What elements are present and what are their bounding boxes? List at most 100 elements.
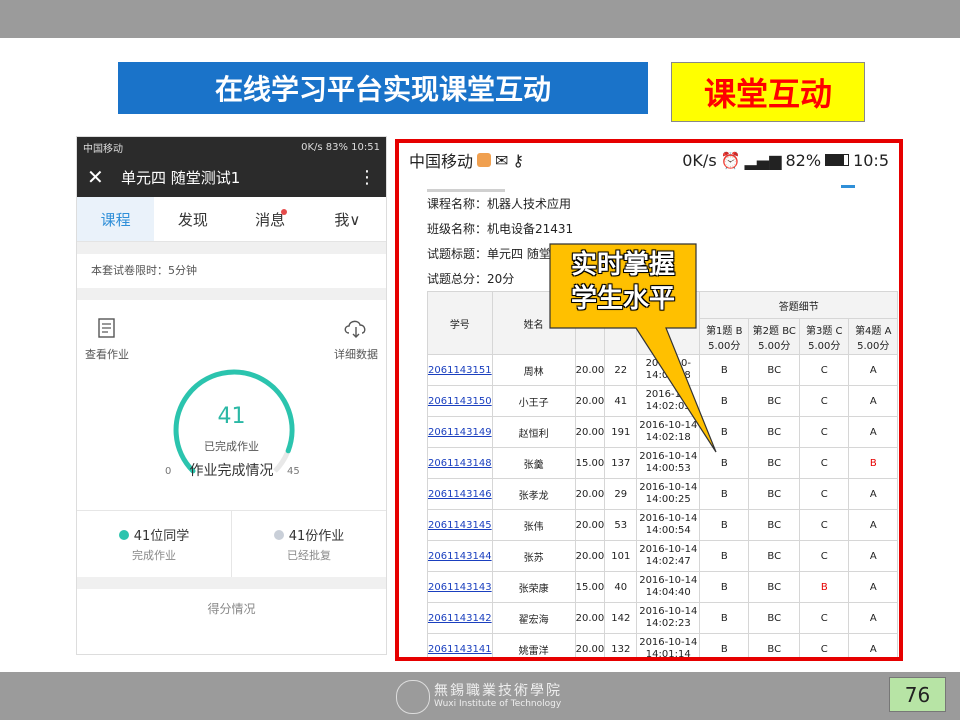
student-id-link[interactable]: 2061143144 [427, 540, 493, 572]
status-dot [273, 529, 284, 540]
nav-title: 单元四 随堂测试1 [121, 168, 241, 187]
document-icon [98, 318, 115, 338]
more-icon[interactable]: ⋮ [358, 167, 376, 188]
top-bar [0, 0, 960, 38]
q4-score: 5.00分 [857, 340, 890, 352]
answer-q3: C [799, 416, 850, 448]
tab-0[interactable]: 课程 [77, 197, 155, 241]
submit-clock: 14:02:47 [645, 556, 691, 567]
view-homework-button[interactable]: 查看作业 [85, 316, 129, 362]
school-logo-icon [396, 680, 430, 714]
submit-date: 2016-10-14 [639, 606, 698, 617]
tab-2[interactable]: 消息 [232, 197, 309, 241]
answer-q4: B [848, 447, 899, 479]
footer-school-name-en: Wuxi Institute of Technology [434, 699, 562, 709]
submit-clock: 14:00:54 [645, 525, 691, 536]
answer-q2: BC [748, 354, 801, 386]
cloud-download-icon [344, 320, 366, 338]
time-spent: 142 [604, 602, 638, 634]
answer-q2: BC [748, 633, 801, 657]
student-name: 张荣康 [491, 571, 576, 603]
table-row: 2061143144 张苏 20.00 101 2016-10-14 14:02:47 B B… [427, 540, 899, 572]
divider [77, 577, 386, 589]
answer-q2: BC [748, 416, 801, 448]
col-q1: 第1题 B 5.00分 [699, 318, 750, 355]
total-score: 试题总分：20分 [427, 272, 515, 286]
student-name: 姚雷洋 [491, 633, 576, 657]
submit-time: 2016-10-14 14:02:23 [636, 602, 701, 634]
answer-q2: BC [748, 540, 801, 572]
student-id-link[interactable]: 2061143142 [427, 602, 493, 634]
stat-small: 完成作业 [132, 549, 176, 562]
answer-q2: BC [748, 509, 801, 541]
carrier-label: 中国移动 [409, 152, 474, 171]
answer-q1: B [699, 354, 750, 386]
time-spent: 29 [604, 478, 638, 510]
student-name: 张苏 [491, 540, 576, 572]
col-sid: 学号 [427, 291, 493, 355]
page-number: 76 [889, 677, 946, 712]
answer-q3: C [799, 509, 850, 541]
student-id-link[interactable]: 2061143150 [427, 385, 493, 417]
carrier-label: 中国移动 [83, 143, 123, 155]
course-name: 课程名称：机器人技术应用 [427, 197, 572, 211]
student-id-link[interactable]: 2061143143 [427, 571, 493, 603]
q1-score: 5.00分 [708, 340, 741, 352]
submit-time: 2016-10-14 14:01:14 [636, 633, 701, 657]
time-spent: 101 [604, 540, 638, 572]
net-speed: 0K/s [682, 150, 717, 170]
tab-label: 我∨ [334, 210, 361, 229]
student-id-link[interactable]: 2061143149 [427, 416, 493, 448]
submit-clock: 14:04:40 [645, 587, 691, 598]
tab-3[interactable]: 我∨ [309, 197, 386, 241]
battery-percent: 82% [785, 150, 822, 170]
answer-q1: B [699, 509, 750, 541]
student-id-link[interactable]: 2061143146 [427, 478, 493, 510]
class-name: 班级名称：机电设备21431 [427, 222, 574, 236]
detail-data-button[interactable]: 详细数据 [334, 316, 378, 362]
q2-label: 第2题 BC [752, 325, 796, 337]
tab-1[interactable]: 发现 [154, 197, 231, 241]
stat-completed: 41位同学 完成作业 [77, 511, 231, 577]
submit-clock: 14:00:53 [645, 463, 691, 474]
student-id-link[interactable]: 2061143148 [427, 447, 493, 479]
callout-line-2: 学生水平 [570, 284, 675, 314]
answer-q2: BC [748, 478, 801, 510]
status-dot [118, 529, 129, 540]
close-icon[interactable]: ✕ [87, 165, 121, 189]
student-score: 20.00 [574, 602, 606, 634]
answer-q1: B [699, 571, 750, 603]
status-right: 0K/s 83% 10:51 [301, 141, 380, 153]
submit-time: 2016-10-14 14:02:47 [636, 540, 701, 572]
phone-status-bar: 中国移动 0K/s 83% 10:51 [77, 137, 386, 157]
student-id-link[interactable]: 2061143141 [427, 633, 493, 657]
table-row: 2061143146 张孝龙 20.00 29 2016-10-14 14:00:25 B B… [427, 478, 899, 510]
answer-q4: A [848, 602, 899, 634]
results-status-bar: 中国移动 ✉ ⚷ 0K/s ⏰ ▂▄▆ 82% 10:5 [399, 143, 899, 177]
footer-school-name: 無錫職業技術學院 [434, 683, 562, 699]
answer-q3: C [799, 633, 850, 657]
answer-q1: B [699, 447, 750, 479]
answer-q2: BC [748, 571, 801, 603]
answer-q3: C [799, 540, 850, 572]
time-spent: 40 [604, 571, 638, 603]
q4-label: 第4题 A [855, 325, 892, 337]
time-limit-text: 本套试卷限时：5分钟 [91, 264, 197, 277]
student-name: 张孝龙 [491, 478, 576, 510]
phone-nav-bar: ✕ 单元四 随堂测试1 ⋮ [77, 157, 386, 197]
col-q4: 第4题 A 5.00分 [848, 318, 899, 355]
submit-date: 2016-10-14 [639, 637, 698, 648]
table-row: 2061143143 张荣康 15.00 40 2016-10-14 14:04:40 B B… [427, 571, 899, 603]
slide-tag: 课堂互动 [671, 62, 865, 122]
stat-graded: 41份作业 已经批复 [231, 511, 386, 577]
student-id-link[interactable]: 2061143151 [427, 354, 493, 386]
score-section-label[interactable]: 得分情况 [77, 589, 386, 629]
student-id-link[interactable]: 2061143145 [427, 509, 493, 541]
answer-q1: B [699, 385, 750, 417]
student-name: 张伟 [491, 509, 576, 541]
answer-q1: B [699, 478, 750, 510]
alarm-icon: ⏰ [720, 150, 741, 170]
q2-score: 5.00分 [758, 340, 791, 352]
key-icon: ⚷ [512, 150, 525, 170]
callout-bubble: 实时掌握 学生水平 [548, 242, 717, 453]
